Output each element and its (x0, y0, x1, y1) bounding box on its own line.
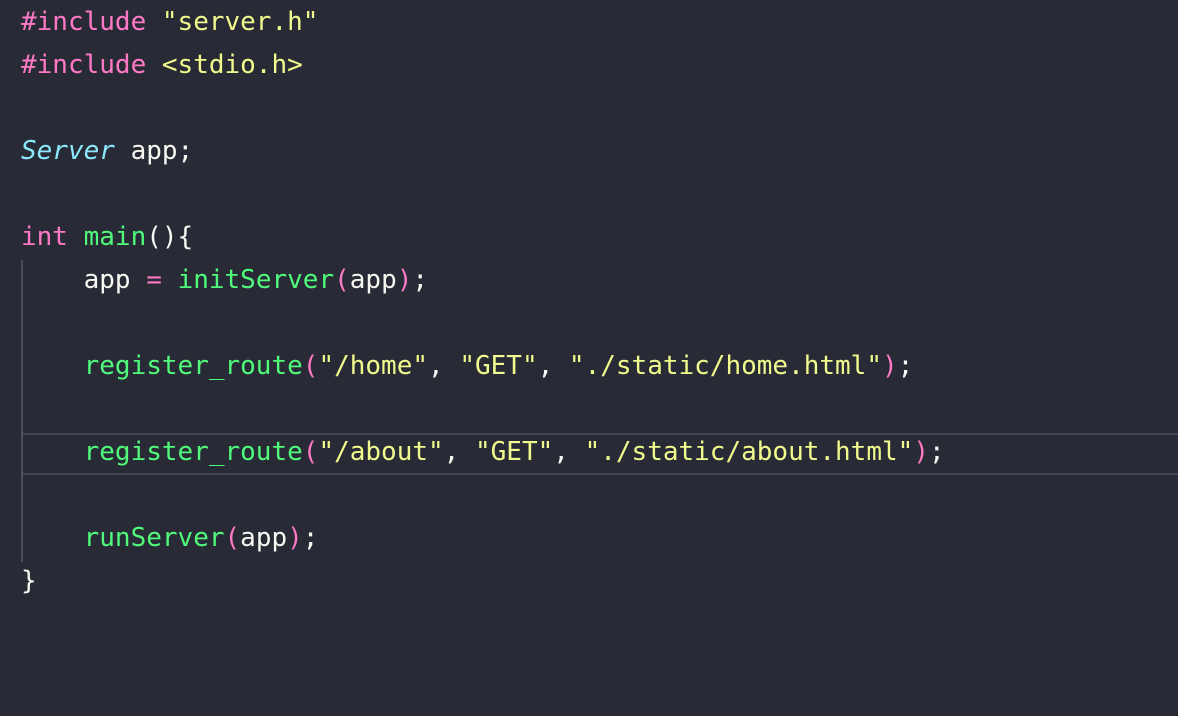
semicolon: ; (928, 437, 945, 467)
separator: , (428, 351, 460, 381)
string-method: "GET" (459, 351, 538, 381)
string-file-path: "./static/about.html" (584, 437, 914, 467)
semicolon: ; (302, 523, 319, 553)
paren-close: ) (913, 437, 929, 467)
string-file-path: "./static/home.html" (568, 351, 882, 381)
code-line-11[interactable]: register_route("/about", "GET", "./stati… (21, 431, 945, 474)
semicolon: ; (412, 265, 429, 295)
code-line-9[interactable]: register_route("/home", "GET", "./static… (21, 345, 914, 388)
code-line-14[interactable]: } (21, 560, 37, 603)
paren-close: ) (396, 265, 413, 295)
assign-operator: = (146, 265, 162, 295)
paren-close: ) (287, 523, 303, 553)
string-route-path: "/about" (318, 437, 444, 467)
paren-open: ( (334, 265, 350, 295)
separator: , (443, 437, 475, 467)
include-header: "server.h" (161, 7, 319, 37)
code-line-1[interactable]: #include "server.h" (21, 1, 318, 44)
include-header: <stdio.h> (161, 50, 303, 80)
code-line-2[interactable]: #include <stdio.h> (21, 44, 303, 87)
code-line-4[interactable]: Server app; (21, 130, 193, 173)
string-route-path: "/home" (318, 351, 429, 381)
code-line-6[interactable]: int main(){ (21, 216, 193, 259)
separator: , (537, 351, 569, 381)
type-name: Server (21, 136, 115, 166)
code-editor[interactable]: #include "server.h" #include <stdio.h> S… (0, 0, 1178, 716)
paren-open: ( (302, 351, 319, 381)
preprocessor-directive: #include (21, 50, 147, 80)
argument-app: app (349, 265, 397, 295)
declaration-rest: app; (114, 136, 194, 166)
function-call-register-route: register_route (83, 437, 303, 467)
paren-open: ( (302, 437, 319, 467)
closing-brace: } (21, 566, 37, 596)
code-line-7[interactable]: app = initServer(app); (21, 259, 428, 302)
function-name-main: main (83, 222, 147, 252)
preprocessor-directive: #include (21, 7, 147, 37)
separator: , (553, 437, 585, 467)
string-method: "GET" (474, 437, 554, 467)
function-call-initserver: initServer (177, 265, 335, 295)
variable-app: app (83, 265, 131, 295)
function-parens: (){ (146, 222, 194, 252)
function-call-runserver: runServer (83, 523, 225, 553)
paren-open: ( (224, 523, 241, 553)
paren-close: ) (882, 351, 898, 381)
keyword-int: int (21, 222, 68, 252)
argument-app: app (240, 523, 288, 553)
code-line-13[interactable]: runServer(app); (21, 517, 319, 560)
semicolon: ; (897, 351, 914, 381)
function-call-register-route: register_route (83, 351, 303, 381)
